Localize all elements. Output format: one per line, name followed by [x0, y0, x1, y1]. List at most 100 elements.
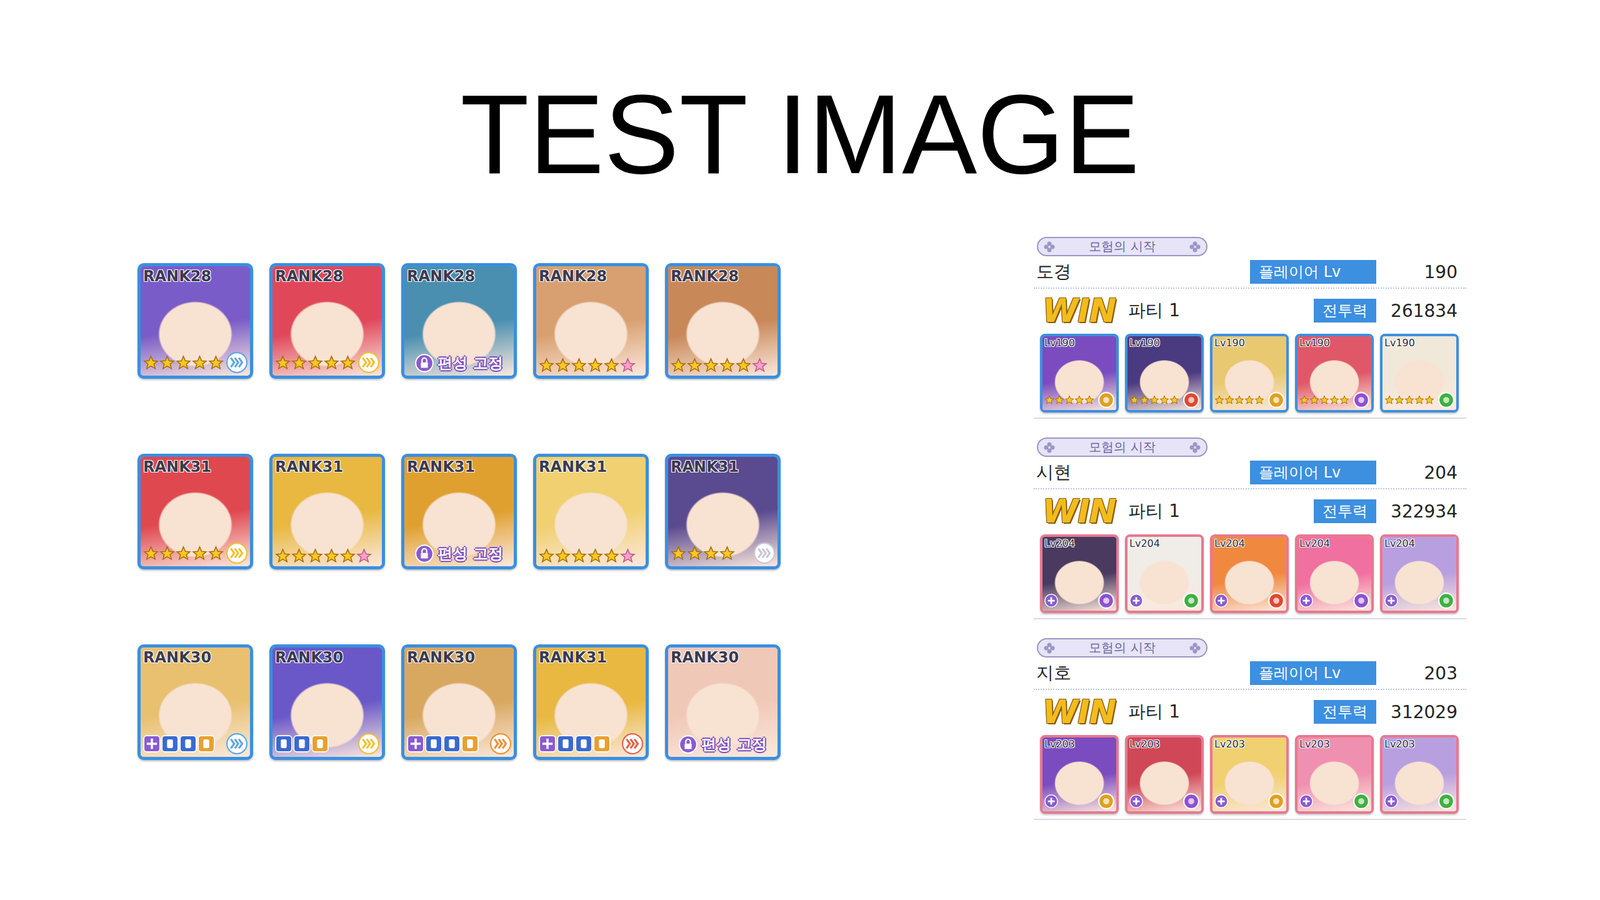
rank-label: RANK30 [670, 648, 739, 667]
equip-strip [406, 733, 512, 755]
team-unit[interactable]: Lv190 [1380, 333, 1459, 413]
player-level: 190 [1376, 261, 1464, 283]
star-strip [538, 548, 644, 564]
star-icon [587, 357, 604, 374]
unit-status [1129, 592, 1200, 609]
mode-badge: 모험의 시작 [1036, 437, 1208, 457]
team-unit[interactable]: Lv203 [1210, 735, 1289, 814]
unit-tile[interactable]: RANK30 [269, 644, 385, 760]
battle-record[interactable]: 모험의 시작시현플레이어 Lv204WIN파티 1전투력322934Lv204L… [1033, 437, 1467, 620]
equipment-icon [575, 735, 593, 753]
star-icon [1404, 395, 1415, 405]
party-label: 파티 1 [1128, 499, 1314, 524]
result-text: WIN [1042, 492, 1116, 530]
rank-up-arrows-icon[interactable] [490, 733, 512, 755]
star-icon [538, 548, 555, 564]
unique-equip-icon [406, 735, 425, 753]
star-icon [1139, 395, 1150, 405]
unit-tile[interactable]: RANK31 [269, 453, 385, 570]
star-row [1044, 395, 1097, 405]
rank-label: RANK31 [538, 648, 607, 667]
battle-record[interactable]: 모험의 시작도경플레이어 Lv190WIN파티 1전투력261834Lv190L… [1033, 236, 1467, 419]
star-row [1214, 395, 1267, 405]
unit-status [1044, 391, 1115, 409]
lock-label: 편성 고정 [437, 353, 503, 374]
rank-up-arrows-icon[interactable] [753, 542, 775, 564]
rank-up-arrows-icon[interactable] [358, 733, 380, 755]
star-icon [307, 355, 324, 371]
roster-row: RANK31RANK31RANK31편성 고정RANK31RANK31 [137, 453, 781, 570]
unit-tile[interactable]: RANK28 [665, 263, 781, 379]
player-level-label: 플레이어 Lv [1250, 661, 1377, 685]
star-icon [571, 548, 587, 564]
star-row [538, 357, 636, 374]
star-icon [670, 357, 687, 374]
team-unit[interactable]: Lv190 [1295, 333, 1374, 413]
star-strip [670, 542, 775, 564]
element-icon [1268, 391, 1285, 409]
unit-tile[interactable]: RANK31 [137, 453, 254, 570]
team-unit[interactable]: Lv203 [1295, 735, 1374, 814]
team-unit[interactable]: Lv204 [1040, 534, 1119, 614]
rank-up-arrows-icon[interactable] [621, 733, 644, 755]
clover-icon [1043, 441, 1056, 454]
unit-tile[interactable]: RANK31 [533, 453, 649, 570]
star-row [275, 548, 372, 564]
team-unit[interactable]: Lv203 [1125, 735, 1204, 814]
lock-strip: 편성 고정 [406, 353, 512, 374]
star-strip [275, 351, 380, 374]
team-unit[interactable]: Lv204 [1125, 534, 1204, 614]
team-unit[interactable]: Lv190 [1125, 333, 1204, 413]
star-icon [159, 545, 175, 562]
rank-label: RANK30 [275, 648, 344, 667]
unit-tile[interactable]: RANK30편성 고정 [665, 644, 781, 760]
unit-level: Lv203 [1299, 738, 1330, 750]
star-icon [751, 357, 768, 374]
star-icon [1129, 395, 1140, 405]
player-level: 204 [1376, 462, 1464, 484]
unit-tile[interactable]: RANK28 [533, 263, 649, 379]
result-row: WIN파티 1전투력322934 [1033, 489, 1467, 531]
team-unit[interactable]: Lv203 [1380, 735, 1459, 814]
star-strip [275, 548, 380, 564]
player-name: 도경 [1036, 260, 1250, 284]
equip-strip [275, 733, 380, 755]
unit-status [1044, 793, 1115, 810]
rank-up-arrows-icon[interactable] [226, 542, 248, 564]
lock-icon [415, 353, 434, 373]
star-icon [143, 545, 159, 562]
rank-up-arrows-icon[interactable] [226, 733, 248, 755]
star-icon [1159, 395, 1170, 405]
result-text: WIN [1042, 693, 1116, 731]
rank-up-arrows-icon[interactable] [358, 351, 380, 374]
star-row [1129, 395, 1182, 405]
roster-grid: RANK28RANK28RANK28편성 고정RANK28RANK28RANK3… [137, 263, 781, 760]
element-icon [1183, 592, 1200, 609]
unit-tile[interactable]: RANK28편성 고정 [401, 263, 517, 379]
unit-tile[interactable]: RANK28 [269, 263, 385, 379]
team-unit[interactable]: Lv204 [1380, 534, 1459, 614]
unit-level: Lv203 [1384, 738, 1415, 750]
team-unit[interactable]: Lv190 [1040, 333, 1119, 413]
team-unit[interactable]: Lv190 [1210, 333, 1289, 413]
star-row [143, 355, 224, 371]
unit-status [1129, 793, 1200, 810]
unit-tile[interactable]: RANK30 [137, 644, 254, 760]
team-unit[interactable]: Lv204 [1210, 534, 1289, 614]
unit-tile[interactable]: RANK31 [533, 644, 649, 760]
team-unit[interactable]: Lv204 [1295, 534, 1374, 614]
star-strip [670, 357, 775, 374]
battle-record[interactable]: 모험의 시작지호플레이어 Lv203WIN파티 1전투력312029Lv203L… [1033, 638, 1467, 820]
star-icon [175, 545, 192, 562]
star-icon [1394, 395, 1405, 405]
battle-log: 모험의 시작도경플레이어 Lv190WIN파티 1전투력261834Lv190L… [1033, 236, 1467, 820]
unit-tile[interactable]: RANK30 [401, 644, 517, 760]
star-icon [275, 548, 291, 564]
team-unit[interactable]: Lv203 [1040, 735, 1119, 814]
rank-up-arrows-icon[interactable] [226, 351, 248, 374]
unit-tile[interactable]: RANK31편성 고정 [401, 453, 517, 570]
unit-tile[interactable]: RANK28 [137, 263, 254, 379]
unit-tile[interactable]: RANK31 [665, 453, 781, 570]
star-icon [1224, 395, 1235, 405]
result-row: WIN파티 1전투력312029 [1033, 690, 1467, 732]
